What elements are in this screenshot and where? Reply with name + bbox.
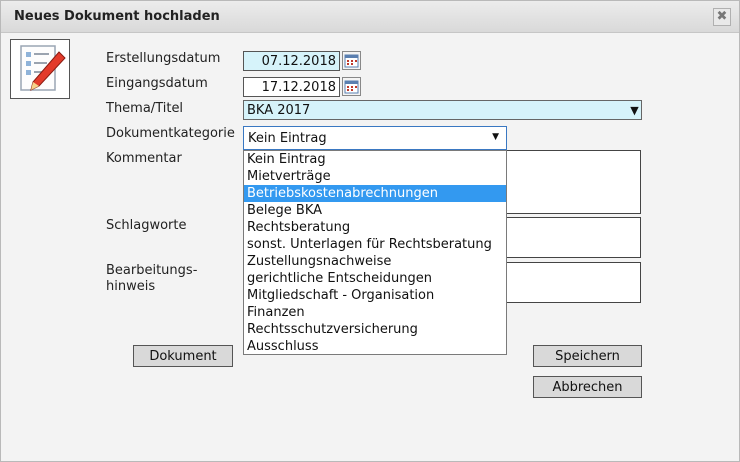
received-date-label: Eingangsdatum: [106, 76, 208, 91]
cancel-button[interactable]: Abbrechen: [533, 376, 642, 398]
dropdown-option[interactable]: Mietverträge: [244, 168, 506, 185]
received-date-field[interactable]: 17.12.2018: [243, 77, 340, 97]
note-label-line2: hinweis: [106, 279, 156, 294]
dropdown-option[interactable]: Rechtsberatung: [244, 219, 506, 236]
topic-label: Thema/Titel: [106, 101, 184, 116]
created-date-field[interactable]: 07.12.2018: [243, 51, 340, 71]
dropdown-option[interactable]: Rechtsschutzversicherung: [244, 321, 506, 338]
chevron-down-icon: ▼: [492, 132, 499, 142]
created-date-label: Erstellungsdatum: [106, 51, 221, 66]
dialog-title: Neues Dokument hochladen: [14, 9, 220, 24]
dialog-titlebar: Neues Dokument hochladen ✖: [1, 1, 739, 33]
upload-dialog: Neues Dokument hochladen ✖ Erstellungsda…: [0, 0, 740, 462]
save-button[interactable]: Speichern: [533, 345, 642, 367]
dropdown-option[interactable]: Belege BKA: [244, 202, 506, 219]
dropdown-option-highlighted[interactable]: Betriebskostenabrechnungen: [244, 185, 506, 202]
chevron-down-icon[interactable]: ▼: [628, 100, 642, 120]
comment-label: Kommentar: [106, 151, 182, 166]
category-select[interactable]: Kein Eintrag ▼: [243, 126, 507, 150]
category-dropdown-list: Kein Eintrag Mietverträge Betriebskosten…: [243, 150, 507, 355]
close-icon[interactable]: ✖: [713, 8, 731, 26]
note-label-line1: Bearbeitungs-: [106, 263, 198, 278]
calendar-icon[interactable]: [342, 51, 361, 70]
dropdown-option[interactable]: Kein Eintrag: [244, 151, 506, 168]
calendar-icon[interactable]: [342, 77, 361, 96]
dropdown-option[interactable]: gerichtliche Entscheidungen: [244, 270, 506, 287]
category-selected-value: Kein Eintrag: [248, 131, 327, 146]
category-label: Dokumentkategorie: [106, 126, 235, 141]
keywords-label: Schlagworte: [106, 218, 187, 233]
dropdown-option[interactable]: Finanzen: [244, 304, 506, 321]
topic-field[interactable]: BKA 2017: [243, 100, 629, 120]
document-button[interactable]: Dokument: [133, 345, 233, 367]
dropdown-option[interactable]: Zustellungsnachweise: [244, 253, 506, 270]
dropdown-option[interactable]: Mitgliedschaft - Organisation: [244, 287, 506, 304]
dropdown-option[interactable]: Ausschluss: [244, 338, 506, 355]
document-edit-icon: [10, 39, 70, 99]
dropdown-option[interactable]: sonst. Unterlagen für Rechtsberatung: [244, 236, 506, 253]
